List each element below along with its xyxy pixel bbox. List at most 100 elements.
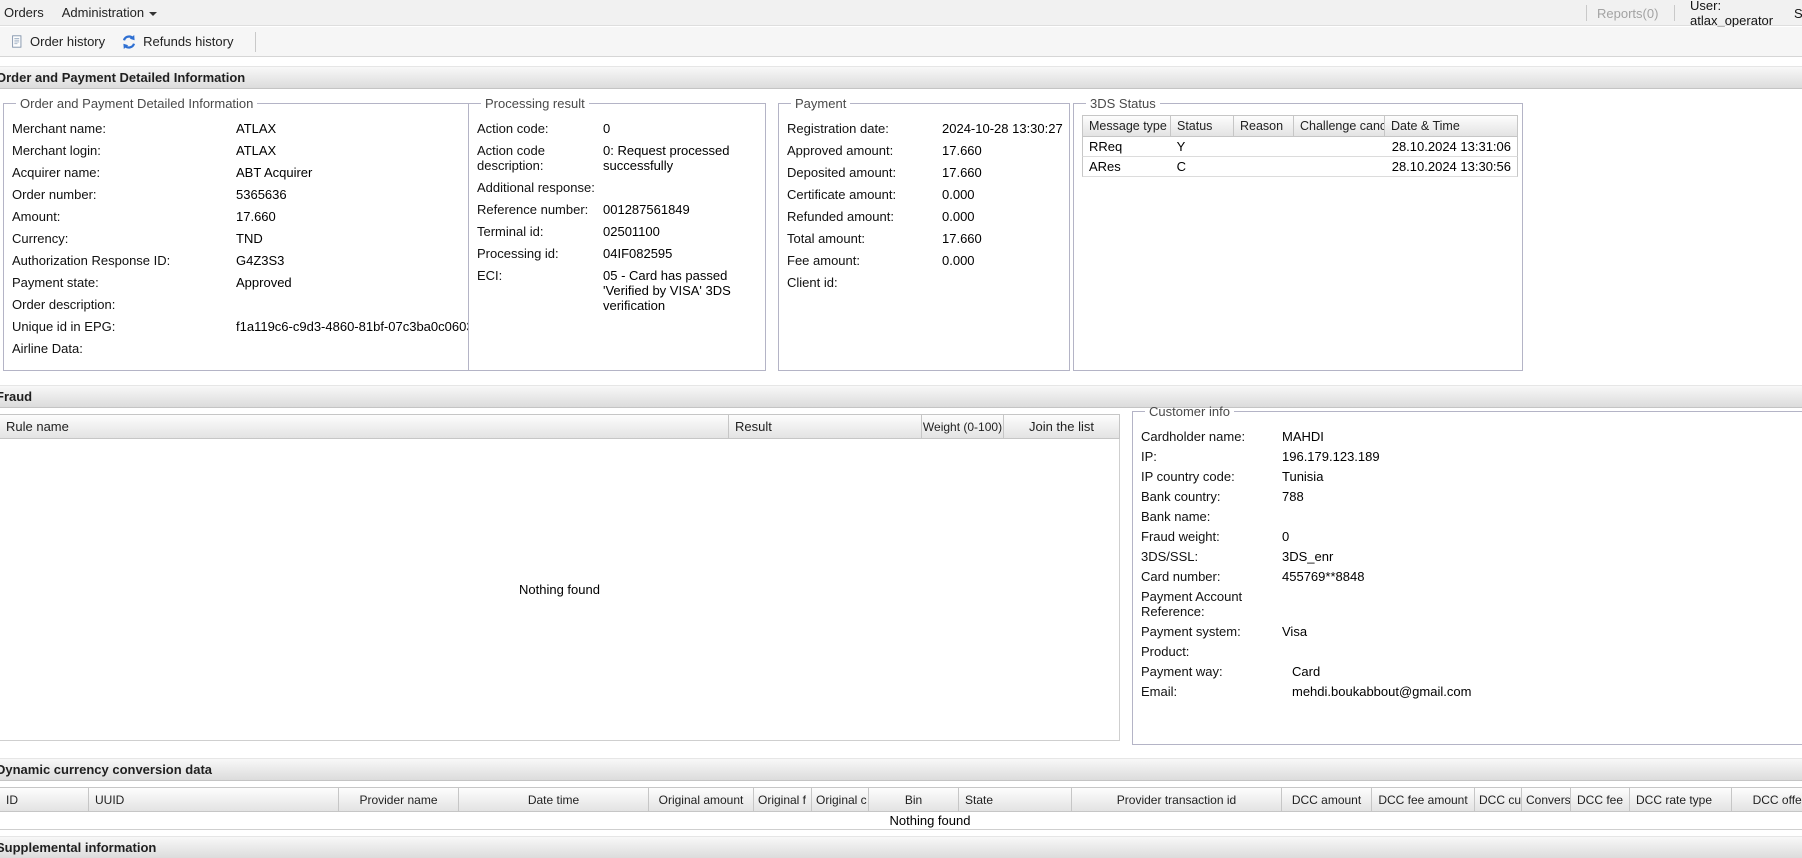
field-label: Airline Data: [12, 341, 83, 356]
menu-reports[interactable]: Reports(0) [1597, 0, 1658, 26]
field-row: 3DS/SSL: 3DS_enr [1141, 549, 1801, 564]
column-header: Original amount [648, 787, 753, 812]
field-value: 5365636 [236, 187, 287, 202]
field-row: Currency: TND [12, 231, 474, 246]
column-header: DCC offer exp [1731, 787, 1802, 812]
field-row: IP: 196.179.123.189 [1141, 449, 1801, 464]
field-row: Fee amount: 0.000 [787, 253, 1063, 268]
field-value: 2024-10-28 13:30:27 [942, 121, 1063, 136]
field-row: Terminal id: 02501100 [477, 224, 759, 239]
field-label: Certificate amount: [787, 187, 897, 202]
field-value: Approved [236, 275, 292, 290]
field-row: Reference number: 001287561849 [477, 202, 759, 217]
toolbar-separator [255, 31, 257, 52]
menu-orders-label: Orders [4, 5, 44, 20]
field-label: ECI: [477, 268, 503, 283]
menubar-separator [1674, 5, 1675, 21]
refunds-history-label: Refunds history [143, 34, 234, 49]
column-header: Challenge cancel [1293, 115, 1384, 137]
field-row: Payment system: Visa [1141, 624, 1801, 639]
column-header: Provider name [338, 787, 458, 812]
field-label: Authorization Response ID: [12, 253, 171, 268]
column-header: DCC amount [1281, 787, 1371, 812]
field-row: Card number: 455769**8848 [1141, 569, 1801, 584]
field-row: Bank country: 788 [1141, 489, 1801, 504]
field-label: Action code: [477, 121, 549, 136]
field-row: Fraud weight: 0 [1141, 529, 1801, 544]
refunds-history-button[interactable]: Refunds history [113, 29, 241, 55]
signout-link-truncated-label: S [1794, 5, 1802, 21]
order-fieldset: Order and Payment Detailed Information M… [3, 96, 481, 371]
field-label: Payment system: [1141, 624, 1241, 639]
order-history-label: Order history [30, 34, 106, 49]
field-row: Refunded amount: 0.000 [787, 209, 1063, 224]
threeds-status-fieldset: 3DS Status Message type Status Reason Ch… [1073, 96, 1523, 371]
field-value: 3DS_enr [1282, 549, 1334, 564]
field-row: Payment way: Card [1141, 664, 1801, 679]
field-label: Currency: [12, 231, 69, 246]
column-header: Date time [458, 787, 648, 812]
cell-reason [1233, 157, 1293, 176]
menubar-separator [1586, 5, 1587, 21]
threeds-table-header-row: Message type Status Reason Challenge can… [1082, 115, 1518, 137]
section-supplemental-title: Supplemental information [0, 840, 157, 855]
field-row: Product: [1141, 644, 1801, 659]
field-row: Cardholder name: MAHDI [1141, 429, 1801, 444]
payment-fieldset: Payment Registration date: 2024-10-28 13:… [778, 96, 1070, 371]
column-header: Original f [753, 787, 811, 812]
field-label: Deposited amount: [787, 165, 897, 180]
field-value: ATLAX [236, 121, 277, 136]
field-label: Bank name: [1141, 509, 1211, 524]
field-value: ATLAX [236, 143, 277, 158]
field-value: Visa [1282, 624, 1308, 639]
field-value: 0 [1282, 529, 1290, 544]
section-order-payment-title: Order and Payment Detailed Information [0, 70, 246, 85]
dcc-table-empty-state: Nothing found [0, 812, 1802, 830]
field-label: Action code description: [477, 143, 545, 173]
field-row: Processing id: 04IF082595 [477, 246, 759, 261]
field-value: 196.179.123.189 [1282, 449, 1380, 464]
field-row: Order number: 5365636 [12, 187, 474, 202]
field-value: 0 [603, 121, 611, 136]
field-value: Card [1292, 664, 1321, 679]
menu-administration-label: Administration [61, 5, 145, 20]
nothing-found-label: Nothing found [889, 813, 971, 828]
field-label: Amount: [12, 209, 61, 224]
document-icon [10, 34, 24, 49]
field-label: Terminal id: [477, 224, 544, 239]
field-value: 04IF082595 [603, 246, 673, 261]
fraud-table-empty-state: Nothing found [0, 439, 1120, 741]
field-value: 0.000 [942, 187, 975, 202]
field-label: Processing id: [477, 246, 559, 261]
field-label: Order description: [12, 297, 116, 312]
field-row: Certificate amount: 0.000 [787, 187, 1063, 202]
field-row: IP country code: Tunisia [1141, 469, 1801, 484]
column-header: DCC curr [1474, 787, 1521, 812]
field-row: Email: mehdi.boukabbout@gmail.com [1141, 684, 1801, 699]
menubar: Orders Administration Reports(0) User: a… [0, 0, 1802, 28]
column-header: Reason [1233, 115, 1293, 137]
field-label: Payment state: [12, 275, 99, 290]
chevron-down-icon [149, 11, 158, 16]
field-label: Email: [1141, 684, 1178, 699]
menu-administration[interactable]: Administration [53, 0, 166, 26]
field-label: Total amount: [787, 231, 866, 246]
table-row: RReq Y 28.10.2024 13:31:06 [1082, 137, 1518, 157]
signout-link-truncated[interactable]: S [1794, 0, 1802, 26]
field-value: 0.000 [942, 209, 975, 224]
field-value: ABT Acquirer [236, 165, 313, 180]
field-row: Action code description: 0: Request proce… [477, 143, 759, 173]
column-header: Rule name [0, 414, 728, 439]
field-value: TND [236, 231, 263, 246]
column-header: Weight (0-100) [921, 414, 1003, 439]
section-fraud-title: Fraud [0, 389, 33, 404]
column-header: Result [728, 414, 921, 439]
menu-orders[interactable]: Orders [0, 0, 53, 26]
field-value: 0.000 [942, 253, 975, 268]
field-label: Reference number: [477, 202, 589, 217]
order-history-button[interactable]: Order history [2, 29, 113, 55]
column-header: UUID [88, 787, 338, 812]
cell-message-type: RReq [1089, 139, 1123, 154]
field-row: Client id: [787, 275, 1063, 290]
column-header: ID [0, 787, 88, 812]
